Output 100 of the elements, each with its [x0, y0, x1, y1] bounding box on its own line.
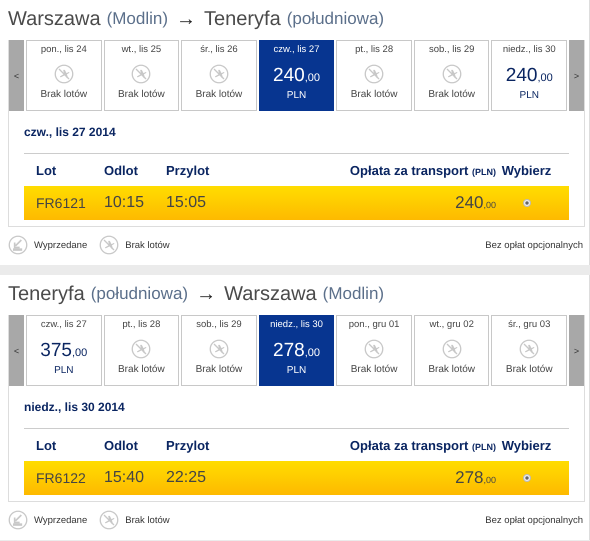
- day-tab[interactable]: śr., gru 03 Brak lotów: [491, 315, 568, 386]
- day-status: Brak lotów: [196, 364, 242, 375]
- no-flight-icon: [131, 64, 152, 84]
- radio-button[interactable]: [522, 199, 530, 207]
- column-header: Przylot: [166, 162, 210, 178]
- column-header: Odlot: [104, 162, 139, 178]
- day-label: czw., lis 27: [40, 319, 87, 330]
- flight-number: FR6121: [36, 195, 87, 211]
- column-header: Wybierz: [500, 162, 552, 178]
- day-tab[interactable]: sob., lis 29 Brak lotów: [181, 315, 257, 386]
- column-header: Opłata za transport (PLN): [348, 162, 496, 178]
- day-status: Brak lotów: [350, 364, 398, 375]
- flight-number: FR6122: [36, 470, 87, 486]
- day-tab[interactable]: niedz., lis 30 240,00 PLN: [491, 40, 568, 111]
- day-label: wt., lis 25: [122, 44, 162, 55]
- day-label: sob., lis 29: [428, 44, 474, 55]
- column-header: Wybierz: [500, 438, 552, 452]
- destination-airport: (Modlin): [322, 283, 384, 305]
- fare-price: 278,00: [454, 468, 496, 488]
- day-tab[interactable]: wt., gru 02 Brak lotów: [414, 315, 490, 386]
- no-flight-icon: [54, 64, 74, 84]
- no-flight-icon: [364, 339, 384, 359]
- fees-note: Bez opłat opcjonalnych: [485, 240, 583, 250]
- no-flight-icon: [131, 339, 152, 359]
- day-tab[interactable]: sob., lis 29 Brak lotów: [414, 40, 490, 111]
- previous-button[interactable]: <: [9, 40, 24, 111]
- day-tab[interactable]: pon., lis 24 Brak lotów: [26, 40, 102, 111]
- departure-time: 15:40: [104, 469, 146, 487]
- day-label: wt., gru 02: [430, 319, 474, 330]
- day-status: Brak lotów: [350, 89, 398, 100]
- currency-label: PLN: [286, 365, 306, 376]
- day-label: czw., lis 27: [274, 44, 320, 55]
- arrival-time: 22:25: [166, 469, 208, 487]
- radio-button[interactable]: [522, 474, 530, 482]
- day-label: śr., lis 26: [200, 44, 238, 55]
- day-tab[interactable]: wt., lis 25 Brak lotów: [104, 40, 180, 111]
- day-tab[interactable]: czw., lis 27 240,00 PLN: [258, 40, 334, 111]
- column-header: Odlot: [104, 438, 139, 452]
- route-arrow: →: [195, 282, 218, 307]
- arrival-time: 15:05: [166, 194, 208, 212]
- day-tab[interactable]: czw., lis 27 375,00 PLN: [26, 315, 102, 386]
- day-price: 375,00: [40, 340, 88, 362]
- no-flight-icon: [364, 64, 384, 84]
- destination-city: Warszawa: [224, 282, 317, 307]
- day-tab[interactable]: śr., lis 26 Brak lotów: [181, 40, 257, 111]
- column-header: Opłata za transport (PLN): [348, 438, 496, 452]
- day-status: Brak lotów: [428, 364, 476, 375]
- day-tab[interactable]: niedz., lis 30 278,00 PLN: [258, 315, 334, 386]
- destination-city: Teneryfa: [204, 7, 281, 32]
- day-price: 240,00: [273, 65, 320, 87]
- day-status: Brak lotów: [506, 364, 553, 375]
- route-arrow: →: [175, 7, 198, 32]
- day-label: niedz., lis 30: [270, 319, 323, 330]
- origin-city: Teneryfa: [8, 282, 85, 307]
- destination-airport: (południowa): [286, 8, 384, 30]
- day-label: pon., gru 01: [348, 319, 400, 330]
- column-header: Lot: [36, 162, 58, 178]
- currency-label: PLN: [520, 90, 539, 101]
- sold-out-icon: [8, 235, 28, 255]
- day-status: Brak lotów: [196, 89, 242, 100]
- flight-row[interactable]: FR6121 10:15 15:05 240,00: [24, 186, 569, 220]
- day-tab[interactable]: pt., lis 28 Brak lotów: [336, 40, 412, 111]
- legend-label: Wyprzedane: [34, 240, 88, 250]
- day-label: niedz., lis 30: [502, 44, 556, 55]
- departure-time: 10:15: [104, 194, 146, 212]
- day-price: 278,00: [273, 340, 320, 362]
- currency-label: PLN: [54, 365, 74, 376]
- column-header: Lot: [36, 438, 58, 452]
- day-tab[interactable]: pon., gru 01 Brak lotów: [336, 315, 412, 386]
- next-button[interactable]: >: [569, 315, 584, 386]
- day-status: Brak lotów: [118, 89, 165, 100]
- no-flight-icon: [208, 64, 229, 84]
- no-flight-icon: [442, 339, 462, 359]
- sold-out-icon: [8, 510, 28, 530]
- origin-airport: (południowa): [90, 283, 188, 305]
- flight-row[interactable]: FR6122 15:40 22:25 278,00: [24, 461, 569, 495]
- legend-label: Brak lotów: [125, 240, 170, 250]
- day-status: Brak lotów: [40, 89, 88, 100]
- date-heading: czw., lis 27 2014: [24, 124, 117, 141]
- day-label: śr., gru 03: [508, 319, 550, 330]
- day-tab[interactable]: pt., lis 28 Brak lotów: [104, 315, 180, 386]
- legend-label: Brak lotów: [125, 514, 170, 526]
- previous-button[interactable]: <: [9, 315, 24, 386]
- no-flight-icon: [519, 339, 540, 359]
- currency-label: PLN: [286, 90, 306, 101]
- no-flight-icon: [442, 64, 462, 84]
- no-flight-icon: [99, 510, 120, 530]
- no-flight-icon: [99, 235, 120, 255]
- column-header: Przylot: [166, 438, 210, 452]
- day-label: sob., lis 29: [196, 319, 242, 330]
- date-heading: niedz., lis 30 2014: [24, 399, 126, 416]
- day-label: pon., lis 24: [40, 44, 87, 55]
- fare-price: 240,00: [454, 193, 496, 213]
- day-status: Brak lotów: [118, 364, 165, 375]
- day-label: pt., lis 28: [355, 44, 394, 55]
- origin-airport: (Modlin): [106, 8, 168, 30]
- next-button[interactable]: >: [569, 40, 584, 111]
- fees-note: Bez opłat opcjonalnych: [485, 514, 583, 526]
- legend-label: Wyprzedane: [34, 514, 88, 526]
- day-price: 240,00: [506, 65, 553, 87]
